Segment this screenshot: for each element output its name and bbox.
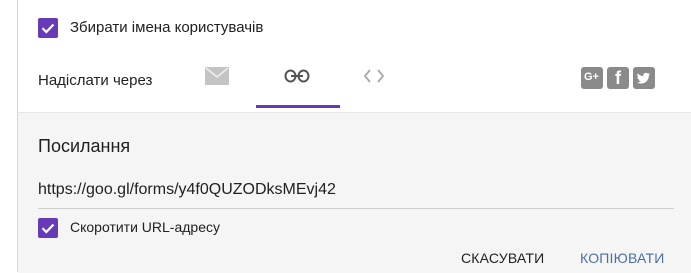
link-field-underline bbox=[38, 208, 674, 209]
email-icon[interactable] bbox=[204, 66, 230, 91]
facebook-icon[interactable]: f bbox=[607, 67, 629, 89]
shorten-url-checkbox[interactable] bbox=[38, 218, 58, 238]
collect-names-checkbox[interactable] bbox=[38, 18, 58, 38]
collect-names-label: Збирати імена користувачів bbox=[70, 19, 264, 36]
link-panel: Посилання https://goo.gl/forms/y4f0QUZOD… bbox=[18, 112, 691, 273]
dialog-top-section: Збирати імена користувачів Надіслати чер… bbox=[18, 0, 691, 112]
google-plus-icon[interactable]: G+ bbox=[581, 67, 603, 89]
link-heading: Посилання bbox=[38, 136, 131, 156]
cancel-button[interactable]: СКАСУВАТИ bbox=[461, 250, 544, 266]
selected-tab-indicator bbox=[256, 105, 340, 108]
link-url-field[interactable]: https://goo.gl/forms/y4f0QUZODksMEvj42 bbox=[38, 181, 336, 199]
facebook-text: f bbox=[615, 68, 621, 88]
twitter-icon[interactable] bbox=[633, 67, 655, 89]
copy-button[interactable]: КОПІЮВАТИ bbox=[580, 250, 665, 266]
shorten-url-label: Скоротити URL-адресу bbox=[70, 219, 220, 235]
google-plus-text: G+ bbox=[584, 71, 599, 83]
send-form-dialog: Збирати імена користувачів Надіслати чер… bbox=[17, 0, 691, 273]
link-icon[interactable] bbox=[284, 69, 310, 88]
checkmark-icon bbox=[41, 223, 55, 234]
embed-code-icon[interactable] bbox=[363, 68, 385, 89]
checkmark-icon bbox=[41, 23, 55, 34]
send-via-label: Надіслати через bbox=[38, 72, 153, 89]
twitter-bird-icon bbox=[637, 72, 651, 84]
